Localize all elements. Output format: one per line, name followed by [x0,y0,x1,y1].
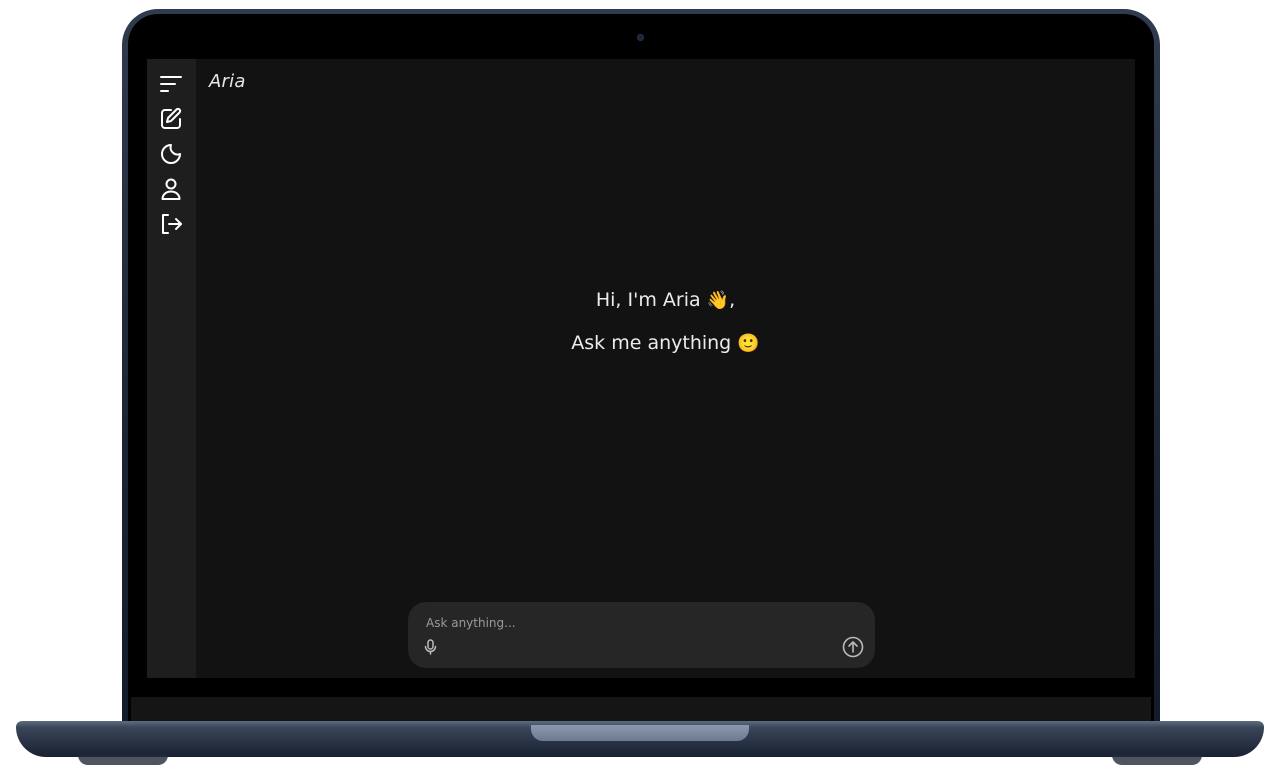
microphone-icon[interactable] [422,638,438,656]
app-title: Aria [209,71,246,92]
laptop-notch [531,725,749,741]
greeting-punctuation: , [729,289,736,311]
greeting-line-2: Ask me anything 🙂 [196,332,1135,354]
logout-icon[interactable] [157,210,185,238]
send-arrow-up-icon[interactable] [842,636,864,658]
app-screen: Aria Hi, I'm Aria 👋, Ask me anything 🙂 [147,59,1135,678]
chat-composer [408,602,875,668]
greeting-line-1: Hi, I'm Aria 👋, [196,289,1135,311]
prompt-text: Ask me anything [571,332,732,354]
screen-chin [131,697,1151,723]
laptop-frame: Aria Hi, I'm Aria 👋, Ask me anything 🙂 [0,0,1280,777]
smiley-icon: 🙂 [737,333,760,354]
menu-icon[interactable] [157,70,185,98]
greeting-text: Hi, I'm Aria [595,289,701,311]
user-icon[interactable] [157,175,185,203]
new-chat-icon[interactable] [157,105,185,133]
laptop-foot-left [78,755,168,765]
waving-hand-icon: 👋 [706,290,730,311]
moon-icon[interactable] [157,140,185,168]
sidebar [147,59,196,678]
laptop-foot-right [1112,755,1202,765]
chat-input[interactable] [424,612,848,634]
camera-icon [637,34,644,41]
